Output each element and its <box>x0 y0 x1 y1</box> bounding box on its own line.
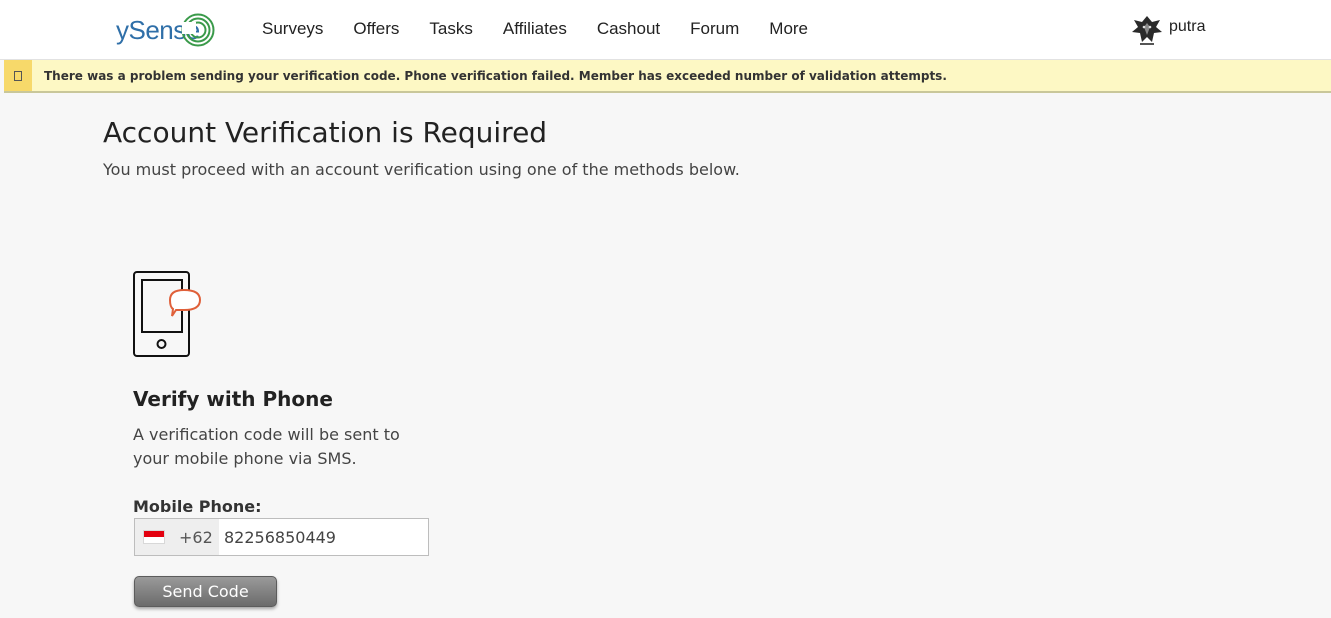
top-navigation-bar: ySense Surveys Offers Tasks Affiliates C… <box>0 0 1331 60</box>
send-code-button[interactable]: Send Code <box>134 576 277 607</box>
phone-number-input[interactable] <box>219 519 428 555</box>
alert-icon-container <box>4 60 32 91</box>
nav-cashout[interactable]: Cashout <box>597 19 660 39</box>
indonesia-flag-icon <box>143 530 165 544</box>
nav-tasks[interactable]: Tasks <box>429 19 472 39</box>
error-alert: There was a problem sending your verific… <box>4 60 1331 93</box>
nav-affiliates[interactable]: Affiliates <box>503 19 567 39</box>
ysense-logo[interactable]: ySense <box>116 10 215 50</box>
main-nav: Surveys Offers Tasks Affiliates Cashout … <box>262 19 838 39</box>
nav-forum[interactable]: Forum <box>690 19 739 39</box>
country-code-selector[interactable]: +62 <box>135 519 219 555</box>
phone-sms-icon <box>133 271 202 357</box>
alert-message: There was a problem sending your verific… <box>44 68 947 83</box>
nav-offers[interactable]: Offers <box>353 19 399 39</box>
verify-phone-title: Verify with Phone <box>133 387 333 411</box>
page-subtitle: You must proceed with an account verific… <box>103 160 740 179</box>
user-menu[interactable]: putra <box>1130 13 1205 47</box>
avatar[interactable] <box>1130 13 1164 47</box>
username: putra <box>1169 18 1206 35</box>
nav-surveys[interactable]: Surveys <box>262 19 323 39</box>
nav-more[interactable]: More <box>769 19 808 39</box>
alert-icon <box>14 70 22 81</box>
mobile-phone-label: Mobile Phone: <box>133 497 262 516</box>
verify-phone-description: A verification code will be sent to your… <box>133 425 400 468</box>
page-title: Account Verification is Required <box>103 116 548 149</box>
dial-code: +62 <box>179 527 213 547</box>
logo-swirl-icon <box>181 13 215 47</box>
mobile-phone-field: +62 <box>134 518 429 556</box>
